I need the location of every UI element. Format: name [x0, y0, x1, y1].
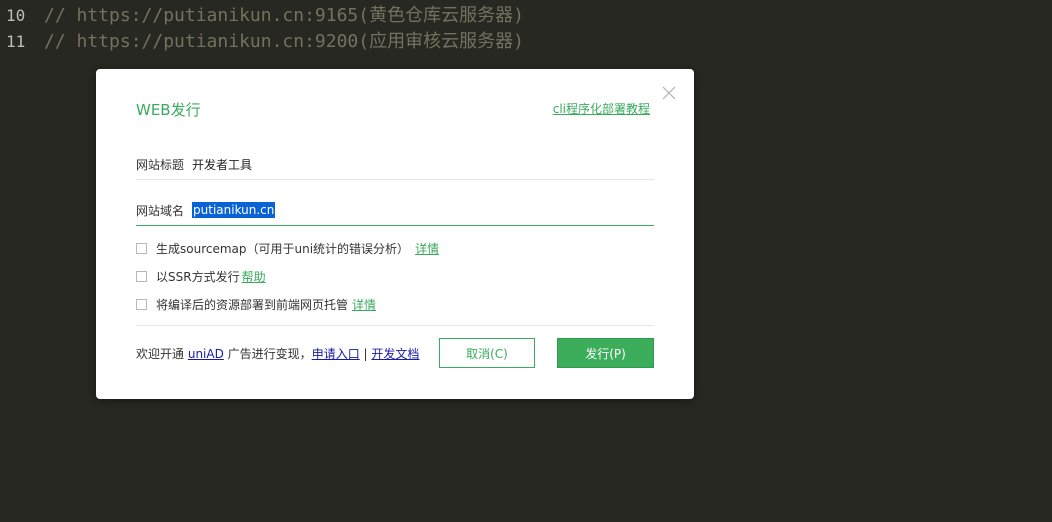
option-hosting: 将编译后的资源部署到前端网页托管 详情: [136, 295, 376, 313]
option-ssr: 以SSR方式发行 帮助: [136, 267, 266, 285]
option-label: 以SSR方式发行: [156, 269, 240, 284]
site-domain-label: 网站域名: [136, 203, 185, 218]
footer-prefix: 欢迎开通: [136, 347, 185, 361]
option-sourcemap: 生成sourcemap（可用于uni统计的错误分析） 详情: [136, 239, 439, 257]
ssr-checkbox[interactable]: [136, 270, 147, 282]
site-title-input[interactable]: 开发者工具: [192, 156, 572, 173]
publish-button[interactable]: 发行(P): [557, 338, 654, 368]
hosting-checkbox[interactable]: [136, 298, 147, 310]
code-line: 11 // https://putianikun.cn:9200(应用审核云服务器…: [0, 29, 524, 55]
hosting-details-link[interactable]: 详情: [352, 296, 376, 313]
divider: [136, 325, 654, 326]
apply-link[interactable]: 申请入口: [312, 347, 360, 361]
footer-middle: 广告进行变现，: [227, 347, 312, 361]
option-label: 将编译后的资源部署到前端网页托管: [156, 297, 349, 312]
sourcemap-details-link[interactable]: 详情: [415, 240, 439, 257]
code-comment: // https://putianikun.cn:9200(应用审核云服务器): [44, 31, 524, 52]
code-line: 10 // https://putianikun.cn:9165(黄色仓库云服务器…: [0, 3, 524, 29]
cancel-button[interactable]: 取消(C): [439, 338, 535, 368]
footer-text: 欢迎开通 uniAD 广告进行变现，申请入口 | 开发文档: [136, 345, 419, 362]
code-comment: // https://putianikun.cn:9165(黄色仓库云服务器): [44, 5, 524, 26]
cli-tutorial-link[interactable]: cli程序化部署教程: [553, 100, 650, 117]
site-title-row: 网站标题 开发者工具: [136, 149, 654, 180]
option-label: 生成sourcemap（可用于uni统计的错误分析）: [156, 241, 410, 256]
uniad-link[interactable]: uniAD: [188, 347, 224, 361]
ssr-help-link[interactable]: 帮助: [242, 268, 266, 285]
site-domain-input[interactable]: putianikun.cn: [192, 202, 572, 218]
site-title-label: 网站标题: [136, 157, 185, 172]
docs-link[interactable]: 开发文档: [371, 347, 419, 361]
site-domain-row: 网站域名 putianikun.cn: [136, 195, 654, 226]
line-number: 11: [6, 32, 26, 51]
line-number: 10: [6, 6, 26, 25]
footer-separator: |: [363, 347, 368, 361]
close-icon[interactable]: [660, 84, 678, 102]
dialog-title: WEB发行: [136, 101, 201, 119]
sourcemap-checkbox[interactable]: [136, 242, 147, 254]
selected-text: putianikun.cn: [192, 202, 276, 218]
web-publish-dialog: WEB发行 cli程序化部署教程 网站标题 开发者工具 网站域名 putiani…: [96, 69, 694, 399]
